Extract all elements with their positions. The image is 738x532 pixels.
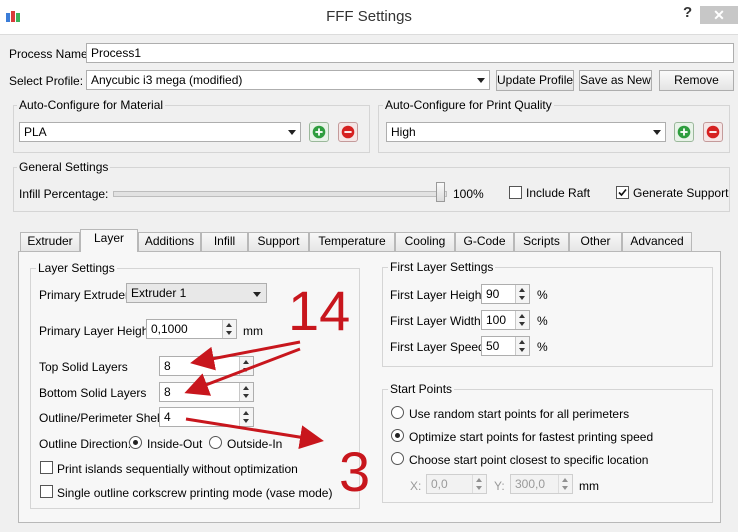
arrow-to-bottom-solid: [184, 347, 301, 396]
annotation-arrows: [184, 340, 324, 450]
tab-layer[interactable]: Layer: [80, 229, 138, 252]
arrow-to-top-solid: [190, 340, 301, 371]
arrow-to-outside-in: [185, 417, 324, 450]
